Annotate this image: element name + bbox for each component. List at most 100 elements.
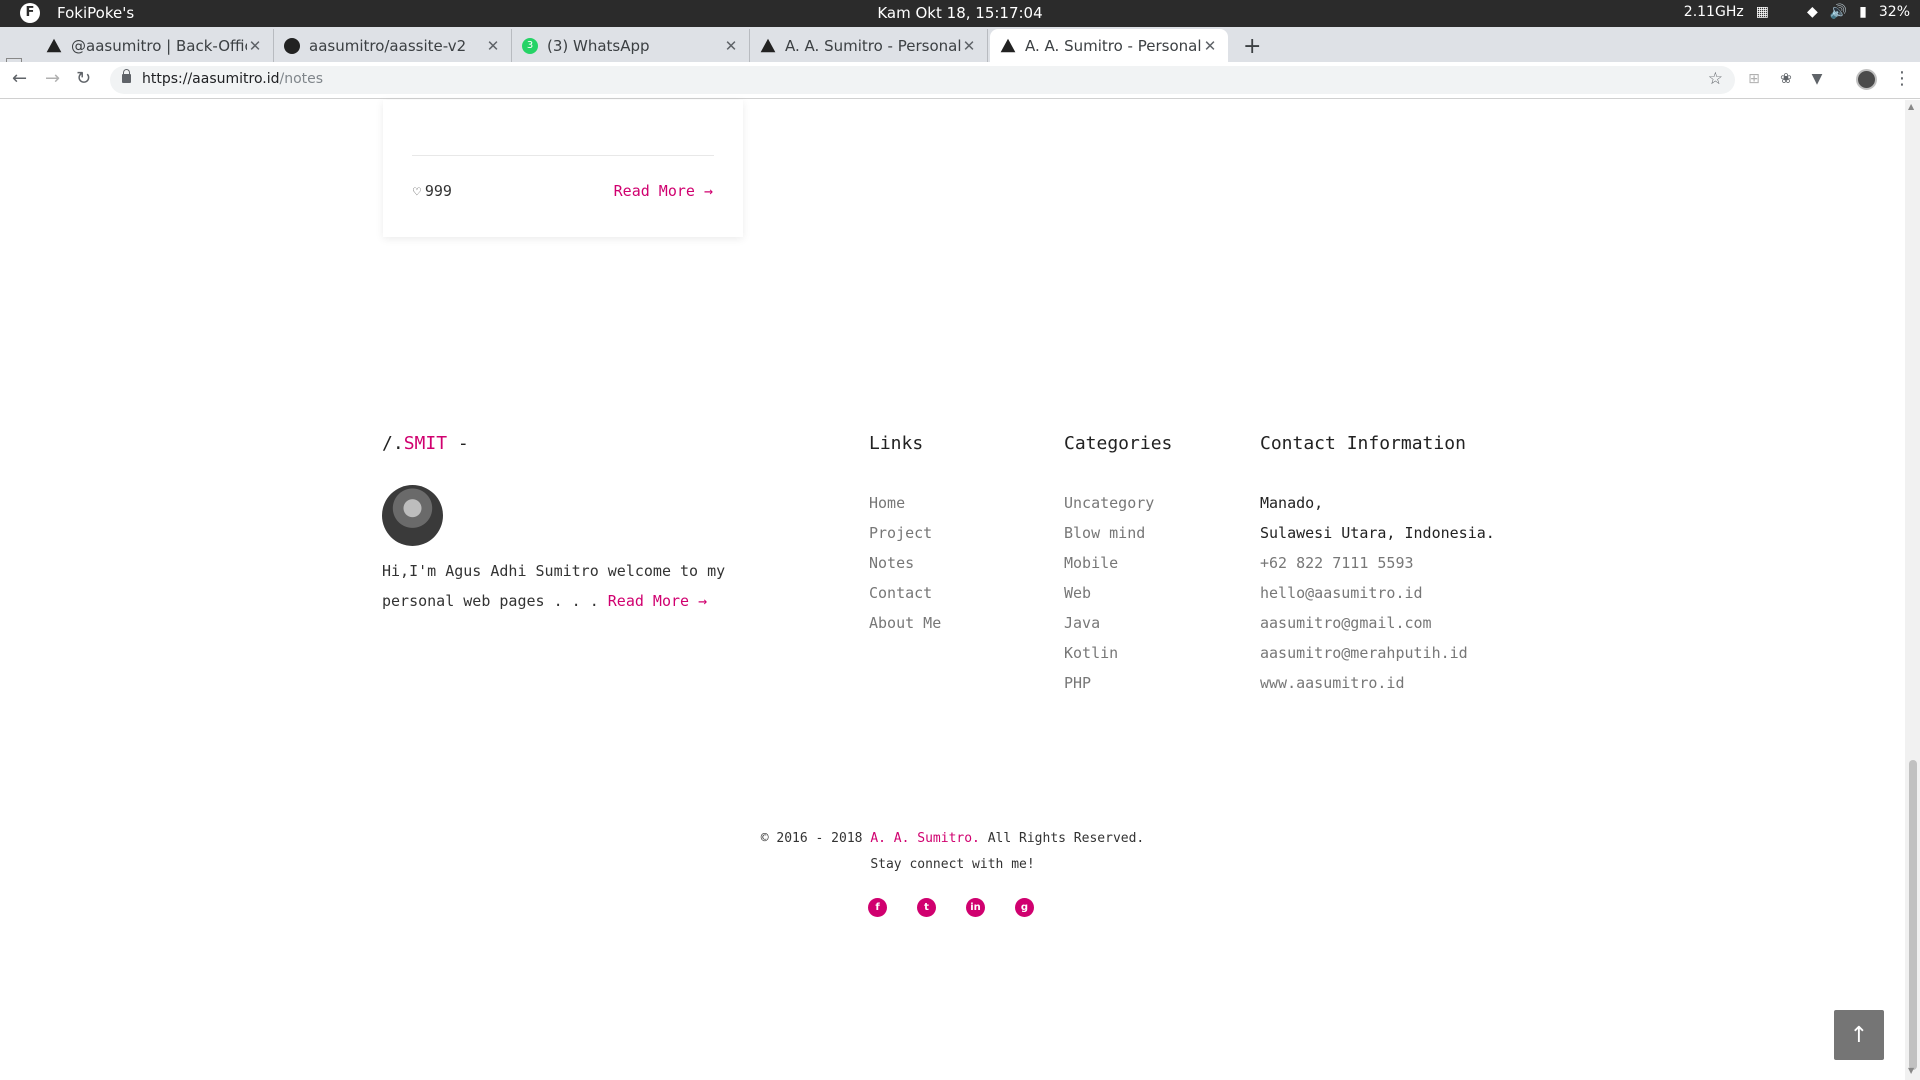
tab-title: (3) WhatsApp: [547, 36, 650, 55]
stay-connect-text: Stay connect with me!: [870, 857, 1035, 872]
browser-tab-strip: @aasumitro | Back-Office[ ✕ aasumitro/aa…: [0, 27, 1920, 70]
arrow-up-icon: ↑: [1849, 1022, 1869, 1048]
cpu-frequency[interactable]: 2.11GHz: [1684, 4, 1744, 20]
contact-website[interactable]: www.aasumitro.id: [1260, 668, 1495, 698]
twitter-icon[interactable]: t: [917, 898, 936, 917]
scrollbar-thumb[interactable]: [1909, 760, 1917, 1070]
extension-shield-icon[interactable]: ▼: [1808, 71, 1826, 89]
tab-personal-page[interactable]: A. A. Sumitro - Personal Pa ✕: [750, 29, 988, 62]
category-link-uncategory[interactable]: Uncategory: [1064, 488, 1154, 518]
scroll-down-arrow-icon[interactable]: ▼: [1908, 1066, 1914, 1075]
heart-icon[interactable]: ♡: [413, 185, 421, 200]
arrow-right-icon: →: [698, 592, 708, 610]
footer-brand[interactable]: /.SMIT -: [382, 433, 469, 454]
wifi-icon[interactable]: ◆: [1807, 4, 1818, 20]
tab-whatsapp[interactable]: 3 (3) WhatsApp ✕: [512, 29, 750, 62]
new-tab-button[interactable]: +: [1243, 34, 1261, 59]
card-divider: [412, 155, 714, 156]
volume-icon[interactable]: 🔊: [1830, 4, 1847, 20]
links-heading: Links: [869, 433, 924, 454]
copyright-suffix: All Rights Reserved.: [979, 831, 1145, 846]
cpu-chip-icon: ▦: [1755, 4, 1769, 20]
footer-bio: Hi,I'm Agus Adhi Sumitro welcome to my p…: [382, 556, 742, 616]
battery-icon[interactable]: ▮: [1859, 4, 1867, 20]
address-bar[interactable]: https://aasumitro.id/notes ☆: [110, 66, 1735, 94]
contact-list: Manado, Sulawesi Utara, Indonesia. +62 8…: [1260, 488, 1495, 698]
categories-heading: Categories: [1064, 433, 1173, 454]
facebook-icon[interactable]: f: [868, 898, 887, 917]
os-top-bar: F FokiPoke's Kam Okt 18, 15:17:04 2.11GH…: [0, 0, 1920, 27]
footer-link-contact[interactable]: Contact: [869, 578, 941, 608]
url-path: /notes: [279, 71, 324, 87]
brand-prefix: /.: [382, 433, 404, 454]
contact-email-gmail[interactable]: aasumitro@gmail.com: [1260, 608, 1495, 638]
brand-suffix: -: [447, 433, 469, 454]
copyright-prefix: © 2016 - 2018: [760, 831, 871, 846]
contact-phone[interactable]: +62 822 7111 5593: [1260, 548, 1495, 578]
browser-menu-icon[interactable]: ⋮: [1893, 68, 1911, 89]
contact-city: Manado,: [1260, 494, 1324, 512]
arrow-right-icon: →: [703, 182, 713, 200]
social-links: f t in g: [868, 898, 1034, 917]
footer-link-home[interactable]: Home: [869, 488, 941, 518]
category-link-web[interactable]: Web: [1064, 578, 1154, 608]
copyright-owner-link[interactable]: A. A. Sumitro.: [870, 831, 980, 846]
like-count: 999: [424, 182, 452, 200]
category-link-java[interactable]: Java: [1064, 608, 1154, 638]
author-avatar: [382, 485, 443, 546]
category-link-blow-mind[interactable]: Blow mind: [1064, 518, 1154, 548]
scroll-up-arrow-icon[interactable]: ▲: [1908, 102, 1914, 111]
bookmark-star-icon[interactable]: ☆: [1708, 69, 1723, 89]
browser-toolbar: ← → ↻ https://aasumitro.id/notes ☆ ⊞ ❀ ▼…: [0, 62, 1920, 99]
close-icon[interactable]: ✕: [723, 37, 739, 55]
profile-avatar[interactable]: [1856, 69, 1877, 90]
os-status-area: 2.11GHz ▦ ◆ 🔊 ▮ 32%: [1684, 4, 1910, 20]
github-icon: [284, 37, 300, 54]
reload-icon[interactable]: ↻: [76, 68, 91, 89]
contact-heading: Contact Information: [1260, 433, 1466, 454]
contact-region: Sulawesi Utara, Indonesia.: [1260, 524, 1495, 542]
close-icon[interactable]: ✕: [485, 37, 501, 55]
linkedin-icon[interactable]: in: [966, 898, 985, 917]
url-host: https://aasumitro.id: [142, 71, 280, 87]
categories-list: Uncategory Blow mind Mobile Web Java Kot…: [1064, 488, 1154, 698]
github-icon[interactable]: g: [1015, 898, 1034, 917]
contact-email-merahputih[interactable]: aasumitro@merahputih.id: [1260, 638, 1495, 668]
whatsapp-icon: 3: [522, 37, 538, 54]
read-more-label: Read More: [613, 182, 695, 200]
lock-icon[interactable]: [122, 69, 131, 83]
battery-level: 32%: [1878, 4, 1910, 20]
note-card: ♡ 999 Read More →: [383, 100, 743, 237]
bio-read-more-link[interactable]: Read More →: [608, 592, 707, 610]
tab-github[interactable]: aasumitro/aassite-v2 ✕: [274, 29, 512, 62]
back-arrow-icon[interactable]: ←: [12, 68, 27, 89]
close-icon[interactable]: ✕: [1202, 37, 1218, 55]
page-scrollbar[interactable]: ▲ ▼: [1905, 100, 1920, 1080]
triangle-logo-icon: [46, 38, 62, 53]
category-link-php[interactable]: PHP: [1064, 668, 1154, 698]
forward-arrow-icon[interactable]: →: [45, 68, 60, 89]
card-read-more-link[interactable]: Read More →: [614, 182, 713, 200]
tab-title: A. A. Sumitro - Personal Pa: [1025, 36, 1202, 55]
contact-email-hello[interactable]: hello@aasumitro.id: [1260, 578, 1495, 608]
category-link-kotlin[interactable]: Kotlin: [1064, 638, 1154, 668]
footer-link-notes[interactable]: Notes: [869, 548, 941, 578]
footer-link-project[interactable]: Project: [869, 518, 941, 548]
category-link-mobile[interactable]: Mobile: [1064, 548, 1154, 578]
bio-read-more-label: Read More: [607, 592, 690, 610]
extension-swirl-icon[interactable]: ❀: [1777, 71, 1795, 89]
page-content: ♡ 999 Read More → /.SMIT - Hi,I'm Agus Ad…: [0, 100, 1905, 1080]
like-counter[interactable]: ♡ 999: [413, 182, 452, 200]
tab-back-office[interactable]: @aasumitro | Back-Office[ ✕: [36, 29, 274, 62]
scroll-to-top-button[interactable]: ↑: [1834, 1010, 1884, 1060]
os-clock[interactable]: Kam Okt 18, 15:17:04: [0, 4, 1920, 22]
close-icon[interactable]: ✕: [247, 37, 263, 55]
tab-personal-page-active[interactable]: A. A. Sumitro - Personal Pa ✕: [990, 29, 1228, 62]
copyright-text: © 2016 - 2018 A. A. Sumitro. All Rights …: [0, 831, 1905, 846]
url-text[interactable]: https://aasumitro.id/notes: [142, 71, 323, 87]
tab-title: @aasumitro | Back-Office[: [71, 36, 247, 55]
footer-link-about-me[interactable]: About Me: [869, 608, 941, 638]
close-icon[interactable]: ✕: [961, 37, 977, 55]
tab-title: A. A. Sumitro - Personal Pa: [785, 36, 961, 55]
translate-extension-icon[interactable]: ⊞: [1745, 71, 1763, 89]
